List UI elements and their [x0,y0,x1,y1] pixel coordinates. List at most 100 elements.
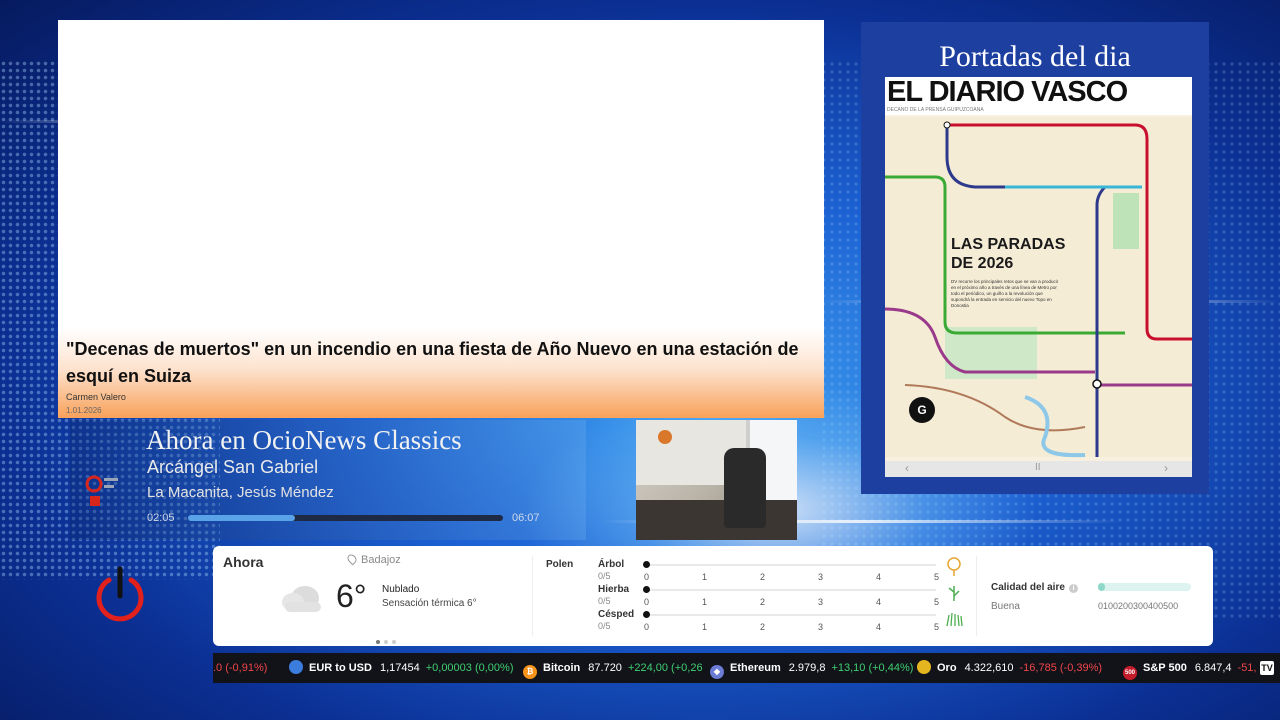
ticker-item[interactable]: .0 (-0,91%) [213,653,267,683]
front-page-nav: ‹ II › [885,461,1192,477]
power-icon [96,566,144,622]
news-author: Carmen Valero [66,392,126,402]
weather-pagination[interactable] [376,631,400,649]
polen-scale-tick: 5 [934,572,940,582]
ticker-name: Oro [937,662,957,674]
pause-button[interactable]: II [1035,462,1041,473]
next-page-button[interactable]: › [1164,461,1168,475]
lawn-icon [946,612,963,627]
ticker-item[interactable]: ₿ Bitcoin 87.720 +224,00 (+0,26 [523,653,703,683]
info-icon[interactable]: i [1068,584,1078,593]
polen-label: Polen [546,559,574,570]
ticker-price: 6.847,4 [1194,662,1232,674]
power-button[interactable] [94,566,146,624]
polen-name: Árbol [598,559,625,570]
ticker-item[interactable]: ◆ Ethereum 2.979,8 +13,10 (+0,44%) [710,653,913,683]
news-headline[interactable]: "Decenas de muertos" en un incendio en u… [66,336,816,390]
ticker-item[interactable]: Oro 4.322,610 -16,785 (-0,39%) [917,653,1102,683]
front-pages-title: Portadas del dia [939,40,1131,73]
polen-scale-tick: 2 [760,572,766,582]
air-quality-fill [1098,583,1106,591]
tree-icon [947,557,961,576]
polen-scale-tick: 3 [818,622,824,632]
playback-progress-bar[interactable] [188,515,503,521]
newspaper-body-text: DV recorre los principales retos que se … [951,279,1059,308]
prev-page-button[interactable]: ‹ [905,461,909,475]
polen-level-marker [643,561,650,568]
polen-scale-tick: 5 [934,597,940,607]
polen-scale-tick: 2 [760,622,766,632]
news-date: 1.01.2026 [66,406,102,415]
ticker-name: S&P 500 [1143,662,1187,674]
cloud-icon [282,586,321,612]
divider [532,556,533,636]
weather-condition: Nublado [382,584,420,595]
office-chair [724,448,766,528]
ticker-change: .0 (-0,91%) [213,662,268,674]
bitcoin-icon: ₿ [523,665,537,679]
weather-widget: Ahora Badajoz 6° Nublado Sensación térmi… [213,546,1213,646]
polen-scale-tick: 5 [934,622,940,632]
wall-clock [658,430,672,444]
polen-scale-line [646,564,936,566]
euro-dollar-icon [289,660,303,674]
tradingview-logo[interactable]: TV [1260,661,1274,675]
ticker-change: +0,00003 (0,00%) [425,662,514,674]
polen-scale-tick: 4 [876,597,882,607]
ticker-price: 2.979,8 [788,662,826,674]
grass-icon [948,586,960,601]
air-quality-title: Calidad del aire i [991,582,1078,593]
radio-title: Ahora en OcioNews Classics [146,425,462,455]
page-dot[interactable] [376,640,380,644]
ethereum-icon: ◆ [710,665,724,679]
location-pin-icon [345,552,359,566]
divider [976,556,977,636]
air-quality-scale: 0100200300400500 [1098,601,1179,611]
radio-now-playing: Ahora en OcioNews Classics Arcángel San … [70,420,586,540]
cam-desk [636,500,797,540]
weather-feels-like: Sensación térmica 6° [382,598,477,609]
ticker-price: 1,17454 [379,662,420,674]
polen-scale-tick: 0 [644,572,650,582]
polen-row: Árbol 0/5 0 1 2 3 4 5 [598,557,968,583]
ticker-name: Bitcoin [543,662,581,674]
polen-scale-line [646,589,936,591]
elapsed-time: 02:05 [147,512,175,524]
polen-name: Hierba [598,584,630,595]
polen-level-marker [643,611,650,618]
polen-scale-tick: 3 [818,572,824,582]
ticker-price: 87.720 [588,662,622,674]
webcam-feed [636,420,797,540]
polen-value: 0/5 [598,621,611,631]
newspaper-headline: LAS PARADAS DE 2026 [951,235,1065,273]
polen-scale-tick: 2 [760,597,766,607]
market-ticker: .0 (-0,91%) EUR to USD 1,17454 +0,00003 (0,… [213,653,1280,683]
ticker-change: +13,10 (+0,44%) [831,662,914,674]
ticker-item[interactable]: 500 S&P 500 6.847,4 -51, [1123,653,1257,683]
page-dot[interactable] [392,640,396,644]
song-artist: La Macanita, Jesús Méndez [147,484,334,501]
weather-location-name: Badajoz [361,554,401,566]
news-card[interactable]: "Decenas de muertos" en un incendio en u… [58,20,824,418]
sp500-icon: 500 [1123,666,1137,680]
news-caption: "Decenas de muertos" en un incendio en u… [58,328,824,418]
page-dot[interactable] [384,640,388,644]
polen-row: Césped 0/5 0 1 2 3 4 5 [598,609,968,633]
newspaper-badge: G [909,397,935,423]
weather-location[interactable]: Badajoz [345,552,401,566]
newspaper-headline-line: LAS PARADAS [951,236,1066,253]
polen-scale-tick: 0 [644,597,650,607]
ticker-item[interactable]: EUR to USD 1,17454 +0,00003 (0,00%) [289,653,513,683]
polen-scale-tick: 0 [644,622,650,632]
polen-value: 0/5 [598,571,611,581]
polen-name: Césped [598,609,635,620]
weather-temperature: 6° [336,578,367,614]
ticker-name: EUR to USD [309,662,372,674]
playback-progress-fill [188,515,296,521]
ticker-change: -16,785 (-0,39%) [1019,662,1103,674]
polen-row: Hierba 0/5 0 1 2 3 4 5 [598,584,968,608]
newspaper-front-page[interactable]: EL DIARIO VASCO DECANO DE LA PRENSA GUIP… [885,77,1192,477]
polen-scale-tick: 1 [702,572,708,582]
polen-scale-line [646,614,936,616]
air-quality-bar [1098,583,1191,591]
